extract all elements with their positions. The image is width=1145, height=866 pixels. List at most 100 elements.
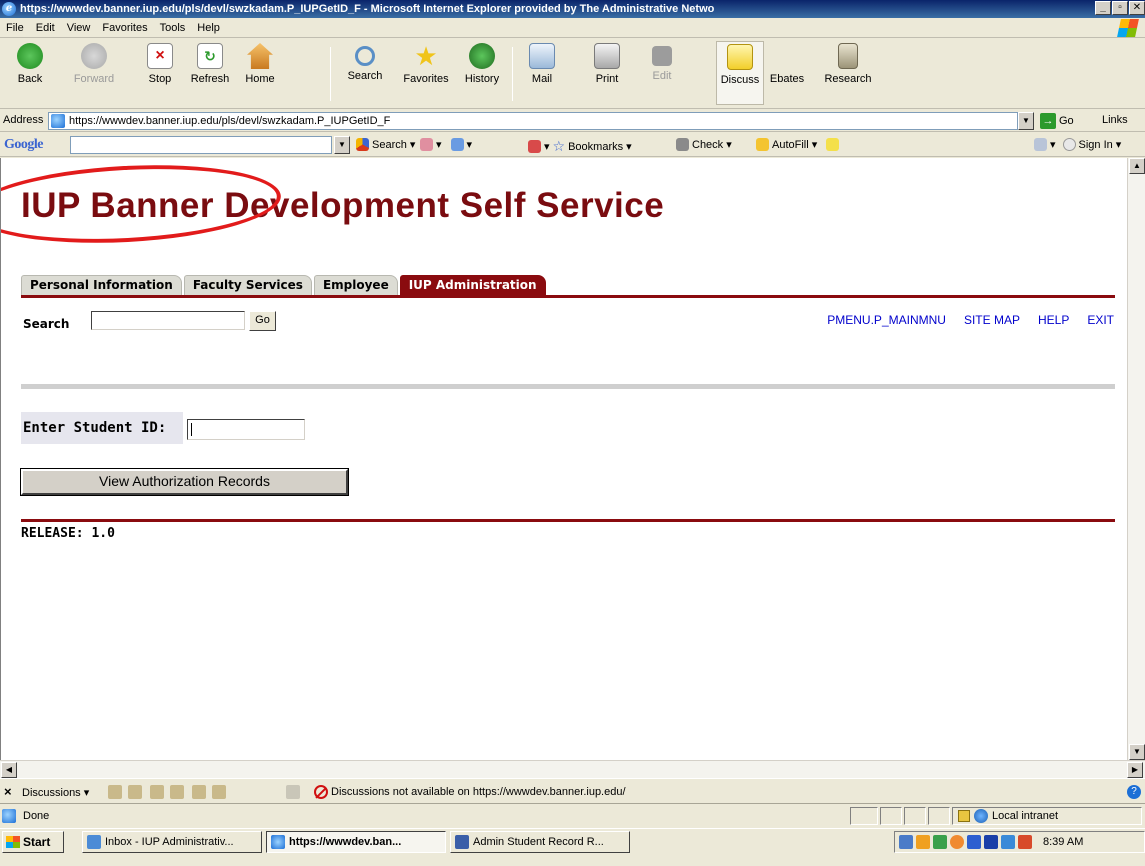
refresh-button[interactable]: ↻ Refresh <box>186 43 234 85</box>
vertical-scrollbar[interactable]: ▲ ▼ <box>1127 158 1145 760</box>
printer-tray-icon[interactable] <box>933 835 947 849</box>
start-button[interactable]: Start <box>2 831 64 853</box>
link-exit[interactable]: EXIT <box>1087 313 1114 327</box>
antivirus-icon[interactable] <box>967 835 981 849</box>
search-go-button[interactable]: Go <box>249 311 276 331</box>
link-main-menu[interactable]: PMENU.P_MAINMNU <box>827 313 946 327</box>
star-icon: ★ <box>414 41 438 71</box>
google-dropdown-button[interactable]: ▼ <box>334 136 350 154</box>
student-id-input[interactable] <box>187 419 305 440</box>
address-dropdown-button[interactable]: ▼ <box>1018 112 1034 130</box>
discussion-edit-icon[interactable] <box>150 785 164 799</box>
discussion-show-icon[interactable] <box>286 785 300 799</box>
wrench-icon <box>1034 138 1047 151</box>
security-tray-icon[interactable] <box>1018 835 1032 849</box>
google-bookmarks-button[interactable]: ▾ ☆ Bookmarks ▾ <box>528 138 632 155</box>
horizontal-scrollbar[interactable]: ◀ ▶ <box>0 760 1145 778</box>
tab-personal-information[interactable]: Personal Information <box>21 275 182 295</box>
search-button[interactable]: Search <box>341 43 389 82</box>
spellcheck-icon <box>676 138 689 151</box>
home-icon <box>247 43 273 69</box>
scroll-right-button[interactable]: ▶ <box>1127 762 1143 778</box>
ebates-button[interactable]: Ebates <box>766 43 808 85</box>
link-help[interactable]: HELP <box>1038 313 1069 327</box>
scroll-up-button[interactable]: ▲ <box>1129 158 1145 174</box>
main-tabs: Personal Information Faculty Services Em… <box>21 275 546 295</box>
back-button[interactable]: Back <box>6 43 54 85</box>
zone-label: Local intranet <box>992 810 1059 822</box>
link-site-map[interactable]: SITE MAP <box>964 313 1020 327</box>
print-button[interactable]: Print <box>583 43 631 85</box>
text-caret <box>191 423 192 436</box>
google-news-button[interactable]: ▾ ▾ <box>420 138 472 151</box>
research-button[interactable]: Research <box>818 43 878 85</box>
menu-file[interactable]: File <box>0 22 30 34</box>
tab-employee[interactable]: Employee <box>313 275 398 295</box>
dropdown-arrow-icon: ▾ <box>409 139 416 151</box>
minimize-button[interactable]: _ <box>1095 1 1111 15</box>
menu-help[interactable]: Help <box>191 22 226 34</box>
menu-tools[interactable]: Tools <box>154 22 192 34</box>
menu-edit[interactable]: Edit <box>30 22 61 34</box>
network-icon[interactable] <box>899 835 913 849</box>
close-icon[interactable]: × <box>4 784 12 799</box>
close-button[interactable]: ✕ <box>1129 1 1145 15</box>
release-text: RELEASE: 1.0 <box>21 526 115 541</box>
tab-faculty-services[interactable]: Faculty Services <box>183 275 312 295</box>
discussion-delete-icon[interactable] <box>170 785 184 799</box>
research-books-icon <box>838 43 858 69</box>
sync-icon[interactable] <box>916 835 930 849</box>
discussion-expand-icon[interactable] <box>192 785 206 799</box>
google-sign-in-button[interactable]: ▾ Sign In ▾ <box>1034 138 1121 151</box>
lock-icon <box>958 810 970 822</box>
links-button[interactable]: Links <box>1102 114 1128 126</box>
task-inbox[interactable]: Inbox - IUP Administrativ... <box>82 831 262 853</box>
search-input[interactable] <box>91 311 245 330</box>
back-arrow-icon <box>17 43 43 69</box>
edit-button[interactable]: Edit <box>638 43 686 82</box>
status-pane <box>928 807 950 825</box>
home-button[interactable]: Home <box>236 43 284 85</box>
help-icon[interactable]: ? <box>1127 785 1141 799</box>
discussions-menu[interactable]: Discussions ▾ <box>22 786 89 799</box>
tab-iup-administration[interactable]: IUP Administration <box>399 275 546 295</box>
go-button[interactable]: → Go <box>1040 112 1088 130</box>
menu-favorites[interactable]: Favorites <box>96 22 153 34</box>
view-authorization-records-button[interactable]: View Authorization Records <box>21 469 348 495</box>
google-search-button[interactable]: Search ▾ <box>356 138 415 151</box>
discuss-label: Discuss <box>720 74 760 86</box>
update-icon[interactable] <box>950 835 964 849</box>
home-label: Home <box>245 73 275 85</box>
media-icon[interactable] <box>984 835 998 849</box>
discussion-reply-icon[interactable] <box>128 785 142 799</box>
maximize-button[interactable]: ▫ <box>1112 1 1128 15</box>
check-label: Check <box>692 138 724 151</box>
autofill-button[interactable]: AutoFill ▾ <box>756 138 840 151</box>
discussion-collapse-icon[interactable] <box>212 785 226 799</box>
stop-button[interactable]: × Stop <box>136 43 184 85</box>
status-bar: Done Local intranet <box>0 805 1145 827</box>
task-browser[interactable]: https://wwwdev.ban... <box>266 831 446 853</box>
window-title-bar[interactable]: e https://wwwdev.banner.iup.edu/pls/devl… <box>0 0 1145 18</box>
magnifier-icon <box>355 46 375 66</box>
favorites-button[interactable]: ★ Favorites <box>398 43 454 85</box>
not-available-icon <box>314 785 328 799</box>
refresh-icon: ↻ <box>197 43 223 69</box>
discuss-button[interactable]: Discuss <box>716 41 764 105</box>
history-label: History <box>464 73 500 85</box>
scroll-down-button[interactable]: ▼ <box>1129 744 1145 760</box>
discussions-status: Discussions not available on https://www… <box>314 785 626 799</box>
history-button[interactable]: History <box>458 43 506 85</box>
history-icon <box>469 43 495 69</box>
spell-check-button[interactable]: Check ▾ <box>676 138 732 151</box>
bookmark-star-icon: ☆ <box>552 138 566 154</box>
forward-button[interactable]: Forward <box>70 43 118 85</box>
address-input[interactable]: https://wwwdev.banner.iup.edu/pls/devl/s… <box>48 112 1018 130</box>
task-word[interactable]: Admin Student Record R... <box>450 831 630 853</box>
discussion-insert-icon[interactable] <box>108 785 122 799</box>
monitor-icon[interactable] <box>1001 835 1015 849</box>
mail-button[interactable]: Mail <box>518 43 566 85</box>
menu-view[interactable]: View <box>61 22 97 34</box>
scroll-left-button[interactable]: ◀ <box>1 762 17 778</box>
google-search-input[interactable] <box>70 136 332 154</box>
